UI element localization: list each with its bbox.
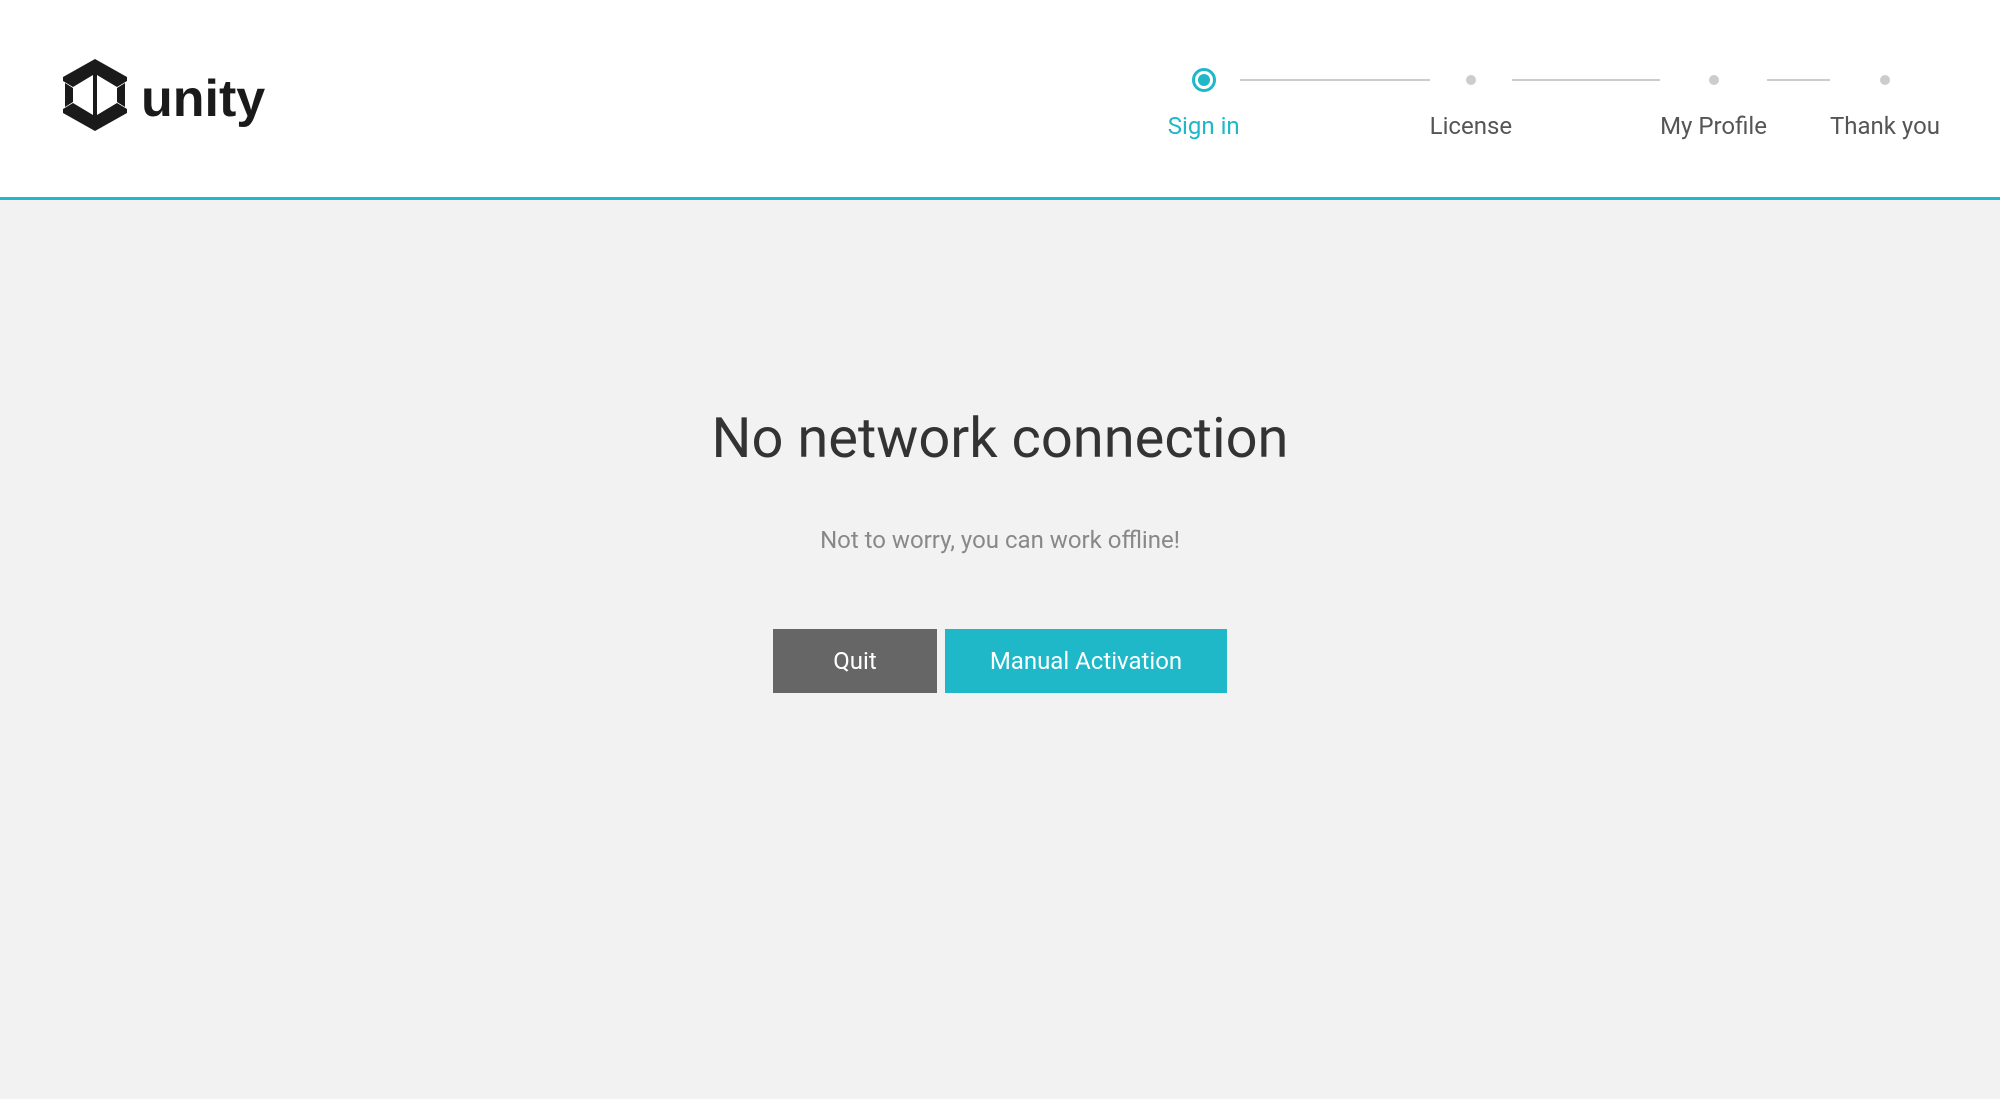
step-connector — [1315, 79, 1430, 81]
header: unity Sign in License My Profile Thank y… — [0, 0, 2000, 200]
button-row: Quit Manual Activation — [773, 629, 1227, 693]
unity-logo-icon: unity — [55, 54, 285, 144]
unity-logo: unity — [55, 54, 285, 144]
step-node-icon — [1880, 75, 1890, 85]
step-connector — [1630, 79, 1660, 81]
step-connector — [1767, 79, 1822, 81]
step-connector — [1512, 79, 1630, 81]
step-connector — [1822, 79, 1830, 81]
step-label: My Profile — [1660, 112, 1767, 140]
step-node-icon — [1192, 68, 1216, 92]
step-my-profile[interactable]: My Profile — [1660, 68, 1767, 140]
step-license[interactable]: License — [1430, 68, 1512, 140]
quit-button[interactable]: Quit — [773, 629, 937, 693]
progress-stepper: Sign in License My Profile Thank you — [1168, 58, 1940, 140]
step-connector — [1240, 79, 1315, 81]
unity-logo-text: unity — [141, 70, 265, 128]
step-label: Thank you — [1830, 112, 1940, 140]
step-node-icon — [1709, 75, 1719, 85]
step-sign-in[interactable]: Sign in — [1168, 68, 1240, 140]
page-subtitle: Not to worry, you can work offline! — [820, 526, 1180, 554]
step-label: License — [1430, 112, 1512, 140]
step-node-icon — [1466, 75, 1476, 85]
step-thank-you[interactable]: Thank you — [1830, 68, 1940, 140]
page-title: No network connection — [712, 405, 1289, 471]
manual-activation-button[interactable]: Manual Activation — [945, 629, 1227, 693]
main-content: No network connection Not to worry, you … — [0, 200, 2000, 693]
step-label: Sign in — [1168, 112, 1240, 140]
